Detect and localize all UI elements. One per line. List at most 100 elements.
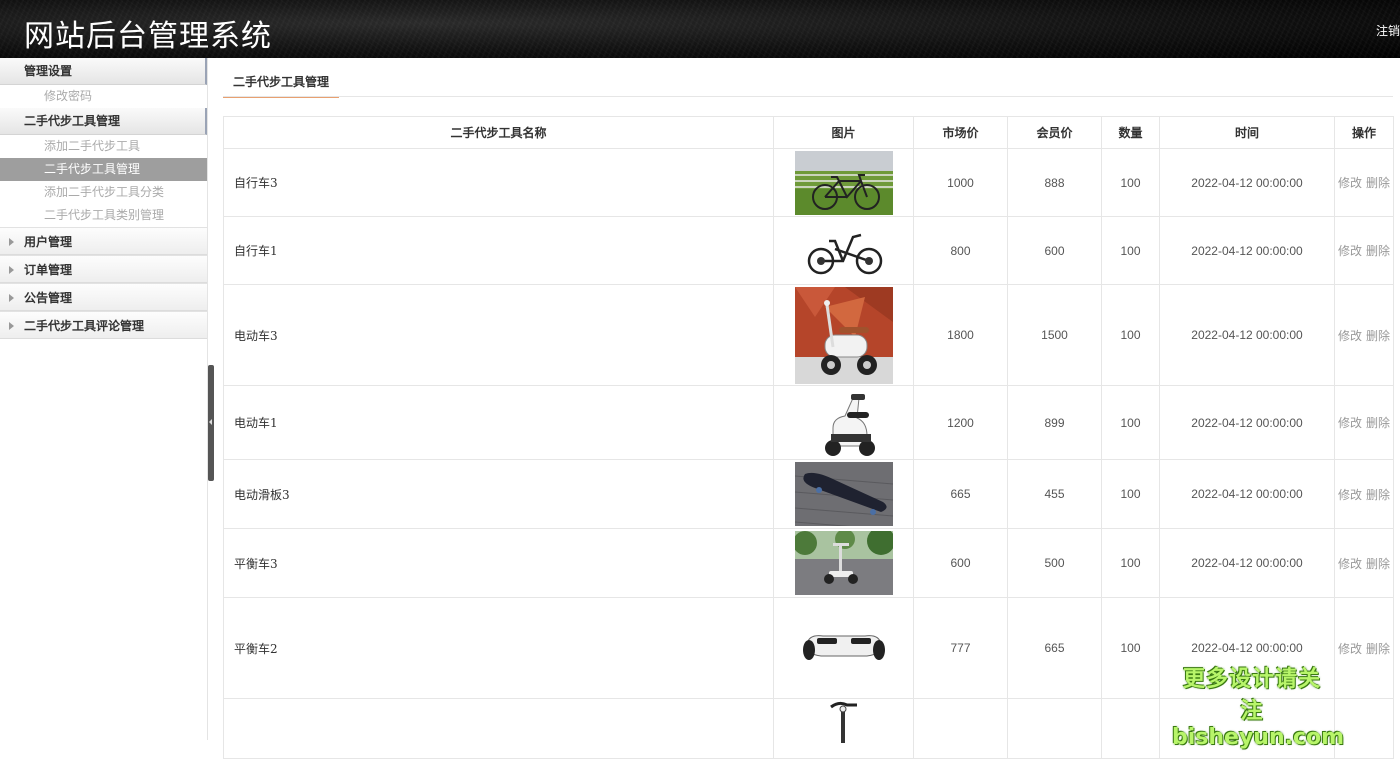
sidebar-collapse-handle[interactable]: [208, 365, 214, 481]
cell-quantity: 100: [1101, 284, 1160, 386]
menu-group-users[interactable]: 用户管理: [0, 227, 207, 255]
menu-group-comments[interactable]: 二手代步工具评论管理: [0, 311, 207, 339]
cell-name: 平衡车2: [223, 597, 774, 699]
page-title: 二手代步工具管理: [223, 70, 340, 98]
col-header-actions: 操作: [1334, 116, 1394, 149]
cell-market-price: [913, 698, 1008, 759]
edit-link[interactable]: 修改: [1338, 176, 1362, 190]
arrow-right-icon: [9, 266, 14, 274]
menu-group-orders[interactable]: 订单管理: [0, 255, 207, 283]
table-row: 电动车3 1800 1500 100 2022-04-12 00:00:00 修…: [223, 284, 1394, 386]
delete-link[interactable]: 删除: [1366, 488, 1390, 502]
cell-member-price: 899: [1007, 385, 1102, 460]
arrow-right-icon: [9, 294, 14, 302]
menu-group-label: 订单管理: [24, 263, 73, 277]
cell-member-price: 1500: [1007, 284, 1102, 386]
divider: [223, 96, 1393, 97]
cell-time: 2022-04-12 00:00:00: [1159, 528, 1335, 598]
menu-item-add-category[interactable]: 添加二手代步工具分类: [0, 181, 207, 204]
edit-link[interactable]: 修改: [1338, 642, 1362, 656]
moped-photo[interactable]: [794, 387, 893, 458]
cell-quantity: [1101, 698, 1160, 759]
table-row: 平衡车3 600 500 100 2022-04-12 00:00:00 修改删…: [223, 528, 1394, 598]
menu-group-notices[interactable]: 公告管理: [0, 283, 207, 311]
arrow-right-icon: [9, 322, 14, 330]
table-row: 电动车1 1200 899 100 2022-04-12 00:00:00 修改…: [223, 385, 1394, 460]
cell-actions: 修改 删除: [1334, 216, 1394, 285]
edit-link[interactable]: 修改: [1338, 416, 1362, 430]
balance-scooter-photo[interactable]: [794, 531, 893, 595]
col-header-name: 二手代步工具名称: [223, 116, 774, 149]
hoverboard-photo[interactable]: [794, 599, 893, 697]
skateboard-photo[interactable]: [794, 462, 893, 526]
cell-quantity: 100: [1101, 148, 1160, 217]
cell-quantity: 100: [1101, 459, 1160, 529]
menu-item-category-manage[interactable]: 二手代步工具类别管理: [0, 204, 207, 227]
menu-item-add-tool[interactable]: 添加二手代步工具: [0, 135, 207, 158]
cell-actions: 修改 删除: [1334, 459, 1394, 529]
cell-name: 电动车1: [223, 385, 774, 460]
menu-group-tools[interactable]: 二手代步工具管理: [0, 108, 207, 135]
table-row: 自行车3 1000 888 100 2022-04-12 00:00:00 修改…: [223, 148, 1394, 217]
cell-member-price: 888: [1007, 148, 1102, 217]
edit-link[interactable]: 修改: [1338, 488, 1362, 502]
cell-member-price: 500: [1007, 528, 1102, 598]
cell-market-price: 1800: [913, 284, 1008, 386]
cell-actions: 修改 删除: [1334, 597, 1394, 699]
delete-link[interactable]: 删除: [1366, 176, 1390, 190]
cell-image: [773, 385, 914, 460]
cell-image: [773, 459, 914, 529]
menu-group-settings[interactable]: 管理设置: [0, 58, 207, 85]
col-header-image: 图片: [773, 116, 914, 149]
cell-member-price: 665: [1007, 597, 1102, 699]
col-header-member-price: 会员价: [1007, 116, 1102, 149]
cell-member-price: 455: [1007, 459, 1102, 529]
watermark-line2: bisheyun.com: [1172, 725, 1345, 750]
table-header-row: 二手代步工具名称 图片 市场价 会员价 数量 时间 操作: [223, 116, 1394, 149]
cell-image: [773, 148, 914, 217]
road-bike-photo[interactable]: [794, 150, 893, 215]
delete-link[interactable]: 删除: [1366, 642, 1390, 656]
cell-member-price: [1007, 698, 1102, 759]
cell-market-price: 1200: [913, 385, 1008, 460]
table-row: 自行车1 800 600 100 2022-04-12 00:00:00 修改删…: [223, 216, 1394, 285]
cell-name: 电动滑板3: [223, 459, 774, 529]
cell-time: 2022-04-12 00:00:00: [1159, 216, 1335, 285]
segway-photo[interactable]: [794, 699, 893, 743]
cell-image: [773, 216, 914, 285]
cell-quantity: 100: [1101, 597, 1160, 699]
cell-market-price: 1000: [913, 148, 1008, 217]
delete-link[interactable]: 删除: [1366, 557, 1390, 571]
delete-link[interactable]: 删除: [1366, 244, 1390, 258]
menu-item-change-password[interactable]: 修改密码: [0, 85, 207, 108]
col-header-time: 时间: [1159, 116, 1335, 149]
cell-time: 2022-04-12 00:00:00: [1159, 459, 1335, 529]
cell-time: 2022-04-12 00:00:00: [1159, 148, 1335, 217]
edit-link[interactable]: 修改: [1338, 329, 1362, 343]
cell-name: 自行车1: [223, 216, 774, 285]
site-title: 网站后台管理系统: [24, 19, 272, 54]
cell-quantity: 100: [1101, 385, 1160, 460]
col-header-market-price: 市场价: [913, 116, 1008, 149]
cell-name: 平衡车3: [223, 528, 774, 598]
menu-group-label: 二手代步工具评论管理: [24, 319, 145, 333]
menu-item-tool-manage[interactable]: 二手代步工具管理: [0, 158, 207, 181]
folding-bike-photo[interactable]: [794, 218, 893, 283]
menu-group-label: 用户管理: [24, 235, 73, 249]
delete-link[interactable]: 删除: [1366, 416, 1390, 430]
cell-actions: 修改 删除: [1334, 284, 1394, 386]
cell-actions: 修改 删除: [1334, 528, 1394, 598]
edit-link[interactable]: 修改: [1338, 557, 1362, 571]
cell-member-price: 600: [1007, 216, 1102, 285]
cell-image: [773, 284, 914, 386]
delete-link[interactable]: 删除: [1366, 329, 1390, 343]
cell-quantity: 100: [1101, 216, 1160, 285]
arrow-right-icon: [9, 238, 14, 246]
cell-market-price: 665: [913, 459, 1008, 529]
cell-name: [223, 698, 774, 759]
e-scooter-photo[interactable]: [794, 286, 893, 384]
edit-link[interactable]: 修改: [1338, 244, 1362, 258]
logout-link[interactable]: 注销: [1376, 22, 1400, 39]
cell-actions: 修改 删除: [1334, 385, 1394, 460]
watermark: 更多设计请关注 bisheyun.com: [1172, 661, 1345, 750]
